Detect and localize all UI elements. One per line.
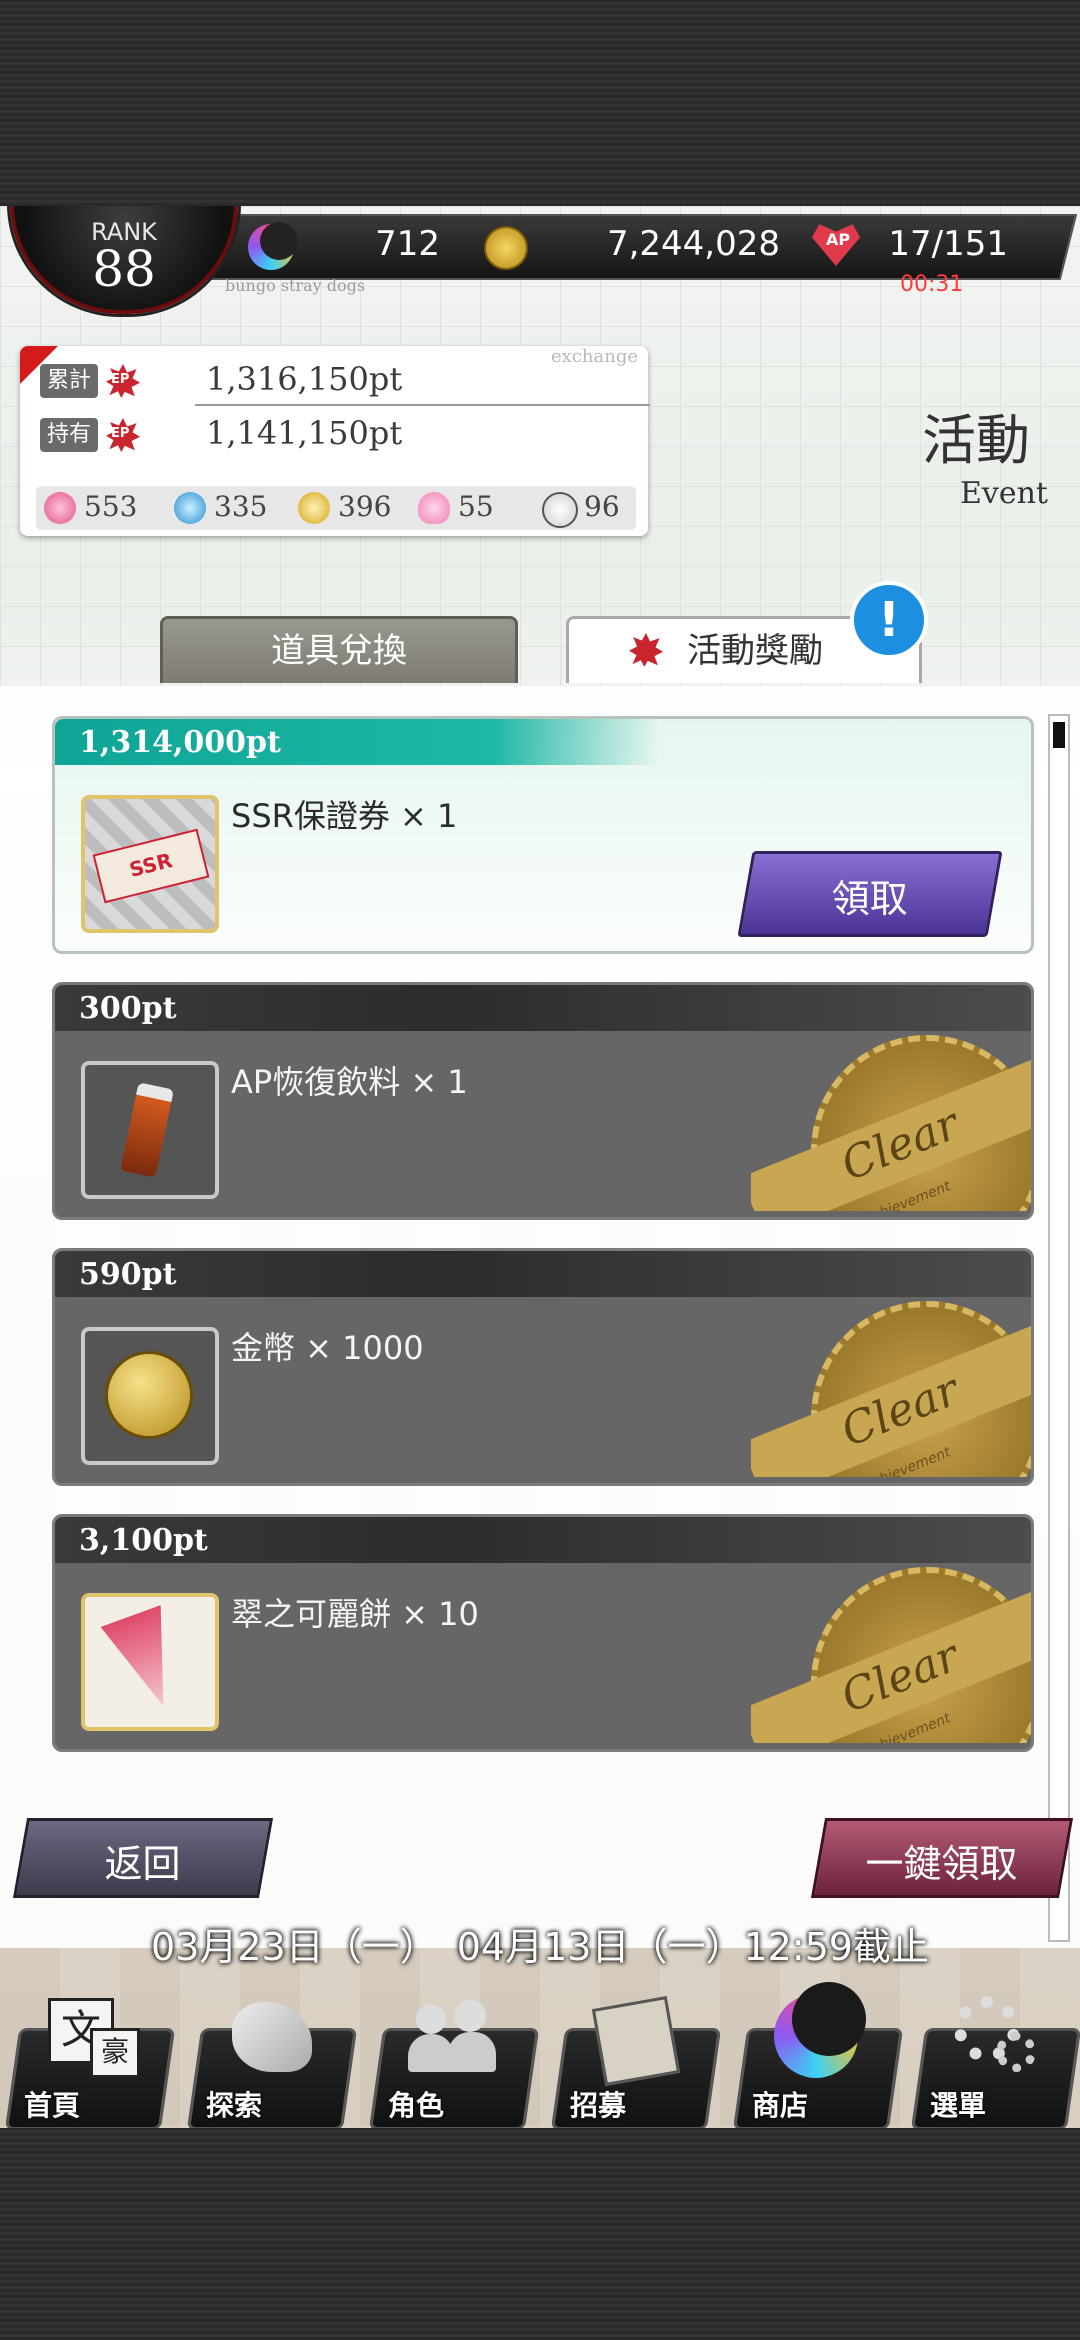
dog-icon [542, 492, 578, 528]
notification-badge: ! [850, 581, 928, 659]
nav-explore[interactable]: 探索 [186, 1988, 358, 2128]
crystal-count: 712 [375, 224, 440, 264]
ep-icon: EP [106, 418, 140, 452]
reward-points: 3,100pt [79, 1523, 208, 1558]
reward-points: 590pt [79, 1257, 177, 1292]
back-button-label: 返回 [104, 1842, 181, 1886]
tab-label: 活動獎勵 [687, 631, 823, 671]
nav-label: 選單 [930, 2089, 987, 2122]
event-items-row: 553 335 396 55 96 [36, 486, 636, 530]
settings-gear-icon [948, 1988, 1038, 2084]
clear-stamp: Clear Achievement [751, 1557, 1031, 1743]
bottom-system-bar [0, 2128, 1080, 2340]
status-bar: RANK 88 712 7,244,028 AP 17/151 00:31 bu… [0, 206, 1080, 314]
recruit-book-icon [588, 1988, 681, 2087]
blue-gem-icon [174, 492, 206, 524]
nav-label: 探索 [206, 2089, 263, 2122]
top-system-bar [0, 0, 1080, 206]
nav-shop[interactable]: 商店 [732, 1982, 904, 2128]
reward-list-panel: 1,314,000pt SSR SSR保證券 × 1 領取 300pt AP恢復… [0, 686, 1080, 1948]
event-screen: RANK 88 712 7,244,028 AP 17/151 00:31 bu… [0, 206, 1080, 2128]
reward-row: 3,100pt 翠之可麗餅 × 10 Clear Achievement [52, 1514, 1034, 1752]
ap-timer: 00:31 [900, 272, 964, 297]
ep-icon: EP [106, 364, 140, 398]
ap-count: 17/151 [888, 224, 1008, 264]
pink-gem-icon [44, 492, 76, 524]
characters-icon [406, 1988, 496, 2084]
ap-drink-icon [81, 1061, 219, 1199]
ep-icon: EP [629, 633, 663, 667]
clear-stamp: Clear Achievement [751, 1291, 1031, 1477]
divider [195, 404, 650, 406]
coin-icon [484, 226, 528, 270]
ap-icon-text: AP [826, 230, 851, 249]
claim-button[interactable]: 領取 [737, 851, 1003, 937]
ep-icon-text: EP [111, 372, 130, 387]
crystal-moon-icon [248, 222, 298, 270]
page-title: 活動 [922, 409, 1030, 472]
gold-coin-icon [81, 1327, 219, 1465]
points-card: exchange 累計 EP 1,316,150pt 持有 EP 1,141,1… [20, 346, 650, 536]
gold-gem-icon [298, 492, 330, 524]
reward-name: 金幣 × 1000 [231, 1329, 424, 1367]
claim-all-label: 一鍵領取 [865, 1842, 1018, 1886]
reward-header: 1,314,000pt [55, 719, 1031, 765]
reward-row: 300pt AP恢復飲料 × 1 Clear Achievement [52, 982, 1034, 1220]
clear-stamp: Clear Achievement [751, 1025, 1031, 1211]
nav-label: 招募 [570, 2089, 627, 2122]
item-count: 55 [458, 490, 494, 523]
total-label: 累計 [40, 364, 98, 398]
nav-label: 首頁 [24, 2089, 81, 2122]
nav-recruit[interactable]: 招募 [550, 1988, 722, 2128]
ep-icon-text: EP [111, 426, 130, 441]
ssr-ticket-icon: SSR [81, 795, 219, 933]
reward-row: 1,314,000pt SSR SSR保證券 × 1 領取 [52, 716, 1034, 954]
back-button[interactable]: 返回 [12, 1818, 274, 1898]
rank-value: 88 [92, 240, 156, 298]
tab-item-exchange[interactable]: 道具兌換 [160, 616, 518, 683]
shop-moon-icon [770, 1982, 866, 2084]
crepe-icon [81, 1593, 219, 1731]
nav-home[interactable]: 文 豪 首頁 [4, 1988, 176, 2128]
nav-menu[interactable]: 選單 [910, 1988, 1080, 2128]
item-count: 96 [584, 490, 620, 523]
tiger-icon [224, 1988, 314, 2084]
item-count: 396 [338, 490, 392, 523]
page-subtitle: Event [960, 476, 1048, 511]
reward-name: SSR保證券 × 1 [231, 797, 458, 835]
reward-name: 翠之可麗餅 × 10 [231, 1595, 479, 1633]
held-points-value: 1,141,150pt [206, 414, 403, 452]
rabbit-icon [418, 492, 450, 524]
nav-label: 角色 [388, 2089, 445, 2122]
scrollbar-thumb[interactable] [1053, 722, 1065, 748]
rank-badge[interactable]: RANK 88 [10, 206, 238, 314]
total-points-row: 累計 EP 1,316,150pt [40, 360, 650, 406]
list-scrollbar[interactable] [1048, 714, 1070, 1942]
claim-all-button[interactable]: 一鍵領取 [810, 1818, 1074, 1898]
reward-name: AP恢復飲料 × 1 [231, 1063, 468, 1101]
nav-characters[interactable]: 角色 [368, 1988, 540, 2128]
item-count: 553 [84, 490, 138, 523]
home-icon: 文 豪 [42, 1988, 140, 2084]
reward-points: 1,314,000pt [79, 725, 281, 760]
brand-text: bungo stray dogs [225, 276, 366, 295]
reward-points: 300pt [79, 991, 177, 1026]
coin-count: 7,244,028 [606, 224, 780, 264]
reward-row: 590pt 金幣 × 1000 Clear Achievement [52, 1248, 1034, 1486]
nav-label: 商店 [752, 2089, 809, 2122]
reward-list[interactable]: 1,314,000pt SSR SSR保證券 × 1 領取 300pt AP恢復… [0, 716, 1080, 1912]
event-period: 03月23日（一） 04月13日（一）12:59截止 [151, 1925, 929, 1969]
claim-button-label: 領取 [831, 877, 908, 921]
item-count: 335 [214, 490, 268, 523]
held-label: 持有 [40, 418, 98, 452]
total-points-value: 1,316,150pt [206, 360, 403, 398]
held-points-row: 持有 EP 1,141,150pt [40, 414, 640, 460]
bottom-navigation: 文 豪 首頁 探索 角色 招募 商店 選單 [0, 1978, 1080, 2128]
